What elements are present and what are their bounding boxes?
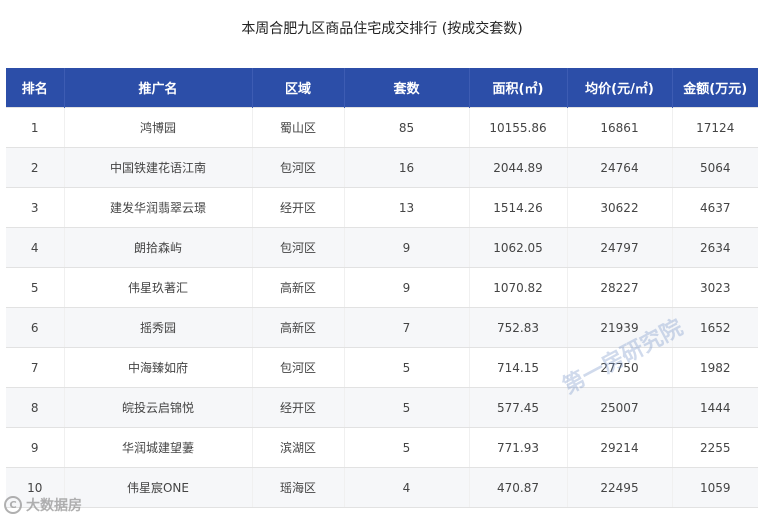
cell-district: 包河区 (251, 227, 344, 268)
column-header-area: 面积(㎡) (468, 68, 567, 108)
cell-avg-price: 29214 (566, 427, 672, 468)
column-header-units: 套数 (343, 68, 469, 108)
cell-district: 经开区 (251, 387, 344, 428)
cell-amount: 2634 (671, 227, 758, 268)
cell-project-name: 皖投云启锦悦 (63, 387, 252, 428)
table-row: 6 摇秀园 高新区 7 752.83 21939 1652 (6, 307, 758, 348)
cell-units: 16 (343, 147, 469, 188)
cell-project-name: 中海臻如府 (63, 347, 252, 388)
cell-rank: 6 (6, 307, 64, 348)
cell-district: 蜀山区 (251, 107, 344, 148)
cell-rank: 10 (6, 467, 64, 508)
cell-rank: 3 (6, 187, 64, 228)
cell-units: 9 (343, 267, 469, 308)
cell-area: 470.87 (468, 467, 567, 508)
cell-area: 1514.26 (468, 187, 567, 228)
cell-units: 5 (343, 387, 469, 428)
cell-amount: 5064 (671, 147, 758, 188)
cell-rank: 1 (6, 107, 64, 148)
cell-project-name: 华润城建望萋 (63, 427, 252, 468)
cell-project-name: 朗拾森屿 (63, 227, 252, 268)
cell-area: 577.45 (468, 387, 567, 428)
cell-area: 10155.86 (468, 107, 567, 148)
cell-amount: 1652 (671, 307, 758, 348)
cell-amount: 3023 (671, 267, 758, 308)
cell-avg-price: 21939 (566, 307, 672, 348)
cell-rank: 2 (6, 147, 64, 188)
cell-project-name: 伟星宸ONE (63, 467, 252, 508)
cell-rank: 9 (6, 427, 64, 468)
cell-district: 包河区 (251, 347, 344, 388)
cell-amount: 2255 (671, 427, 758, 468)
table-row: 3 建发华润翡翠云璟 经开区 13 1514.26 30622 4637 (6, 187, 758, 228)
cell-amount: 1444 (671, 387, 758, 428)
cell-units: 5 (343, 427, 469, 468)
cell-rank: 8 (6, 387, 64, 428)
cell-area: 752.83 (468, 307, 567, 348)
column-header-amount: 金额(万元) (671, 68, 758, 108)
cell-amount: 4637 (671, 187, 758, 228)
table-row: 1 鸿博园 蜀山区 85 10155.86 16861 17124 (6, 107, 758, 148)
cell-area: 714.15 (468, 347, 567, 388)
cell-amount: 17124 (671, 107, 758, 148)
column-header-project-name: 推广名 (63, 68, 252, 108)
cell-units: 7 (343, 307, 469, 348)
cell-avg-price: 22495 (566, 467, 672, 508)
cell-avg-price: 16861 (566, 107, 672, 148)
cell-rank: 7 (6, 347, 64, 388)
cell-units: 9 (343, 227, 469, 268)
cell-amount: 1982 (671, 347, 758, 388)
table-row: 5 伟星玖著汇 高新区 9 1070.82 28227 3023 (6, 267, 758, 308)
cell-project-name: 中国铁建花语江南 (63, 147, 252, 188)
cell-area: 1062.05 (468, 227, 567, 268)
cell-area: 2044.89 (468, 147, 567, 188)
cell-avg-price: 28227 (566, 267, 672, 308)
cell-project-name: 建发华润翡翠云璟 (63, 187, 252, 228)
ranking-table: 排名 推广名 区域 套数 面积(㎡) 均价(元/㎡) 金额(万元) 1 鸿博园 蜀山… (6, 68, 758, 508)
cell-district: 瑶海区 (251, 467, 344, 508)
cell-avg-price: 24797 (566, 227, 672, 268)
column-header-rank: 排名 (6, 68, 64, 108)
cell-area: 771.93 (468, 427, 567, 468)
cell-units: 5 (343, 347, 469, 388)
table-row: 10 伟星宸ONE 瑶海区 4 470.87 22495 1059 (6, 467, 758, 508)
cell-area: 1070.82 (468, 267, 567, 308)
page-title: 本周合肥九区商品住宅成交排行 (按成交套数) (241, 21, 523, 37)
cell-district: 高新区 (251, 307, 344, 348)
cell-amount: 1059 (671, 467, 758, 508)
table-row: 9 华润城建望萋 滨湖区 5 771.93 29214 2255 (6, 427, 758, 468)
cell-units: 4 (343, 467, 469, 508)
table-row: 4 朗拾森屿 包河区 9 1062.05 24797 2634 (6, 227, 758, 268)
column-header-avg-price: 均价(元/㎡) (566, 68, 672, 108)
cell-avg-price: 24764 (566, 147, 672, 188)
table-row: 2 中国铁建花语江南 包河区 16 2044.89 24764 5064 (6, 147, 758, 188)
cell-rank: 4 (6, 227, 64, 268)
cell-rank: 5 (6, 267, 64, 308)
cell-avg-price: 27750 (566, 347, 672, 388)
table-header-row: 排名 推广名 区域 套数 面积(㎡) 均价(元/㎡) 金额(万元) (6, 68, 758, 108)
cell-project-name: 伟星玖著汇 (63, 267, 252, 308)
cell-district: 包河区 (251, 147, 344, 188)
cell-district: 高新区 (251, 267, 344, 308)
cell-avg-price: 30622 (566, 187, 672, 228)
table-row: 8 皖投云启锦悦 经开区 5 577.45 25007 1444 (6, 387, 758, 428)
column-header-district: 区域 (251, 68, 344, 108)
cell-units: 13 (343, 187, 469, 228)
cell-district: 经开区 (251, 187, 344, 228)
table-row: 7 中海臻如府 包河区 5 714.15 27750 1982 (6, 347, 758, 388)
cell-district: 滨湖区 (251, 427, 344, 468)
cell-project-name: 摇秀园 (63, 307, 252, 348)
cell-project-name: 鸿博园 (63, 107, 252, 148)
cell-units: 85 (343, 107, 469, 148)
cell-avg-price: 25007 (566, 387, 672, 428)
